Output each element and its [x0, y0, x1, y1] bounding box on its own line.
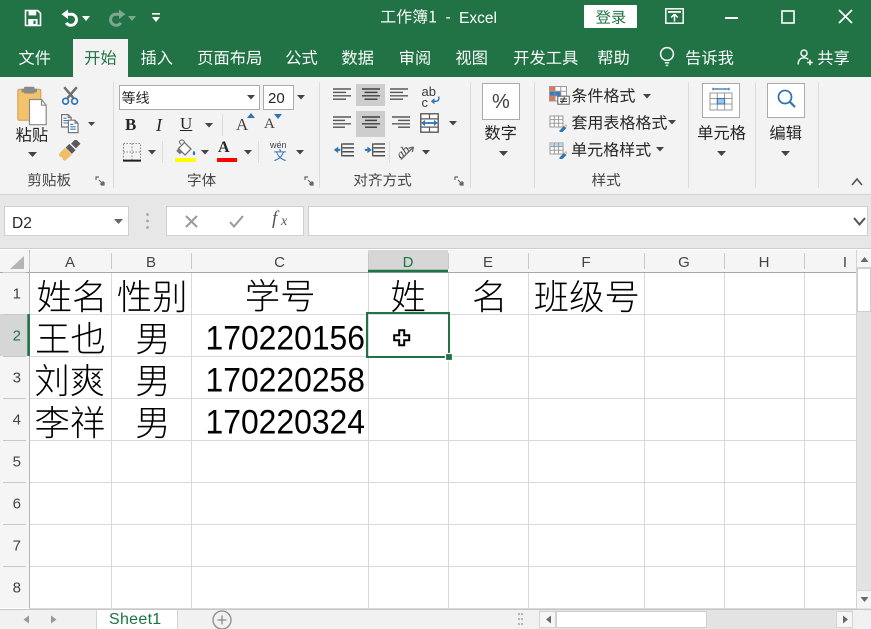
svg-text:4: 4: [13, 412, 21, 429]
svg-text:5: 5: [13, 454, 21, 471]
svg-text:I: I: [843, 254, 847, 271]
svg-text:2: 2: [13, 328, 21, 345]
svg-text:F: F: [581, 254, 590, 271]
svg-text:G: G: [678, 254, 690, 271]
svg-text:6: 6: [13, 496, 21, 513]
svg-text:7: 7: [13, 538, 21, 555]
svg-text:1: 1: [13, 286, 21, 303]
svg-text:170220258: 170220258: [206, 362, 366, 400]
svg-text:ab: ab: [396, 142, 413, 162]
svg-text:B: B: [146, 254, 156, 271]
svg-text:E: E: [483, 254, 493, 271]
svg-text:H: H: [759, 254, 770, 271]
svg-text:D: D: [403, 254, 414, 271]
svg-text:170220156: 170220156: [206, 320, 366, 358]
svg-text:170220324: 170220324: [206, 404, 366, 442]
svg-text:A: A: [65, 254, 75, 271]
svg-text:8: 8: [13, 580, 21, 597]
svg-text:C: C: [274, 254, 285, 271]
svg-text:3: 3: [13, 370, 21, 387]
